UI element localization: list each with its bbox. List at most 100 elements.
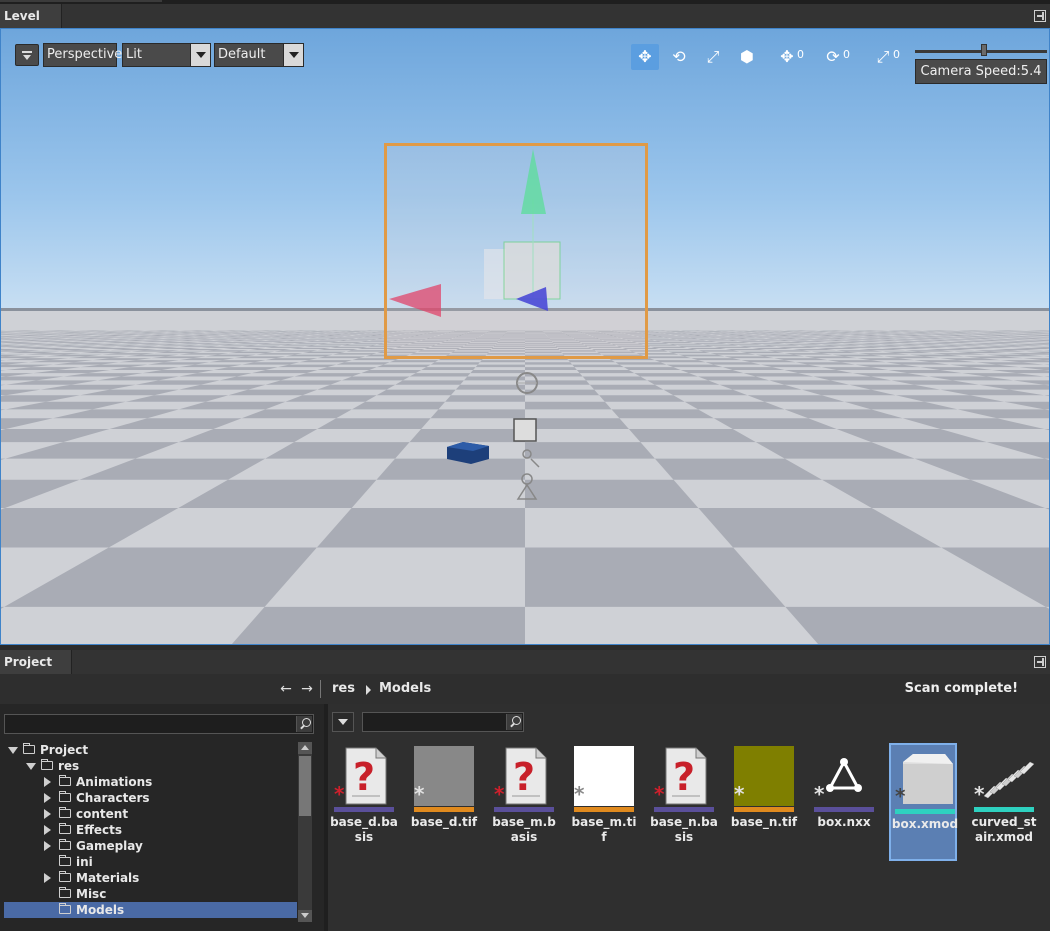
tree-item-label: Models <box>76 903 125 917</box>
chevron-down-icon[interactable] <box>283 44 303 66</box>
scale-snap-icon[interactable]: ⤢ 0 <box>869 44 900 70</box>
preset-dropdown[interactable]: Default <box>214 43 304 67</box>
collapsed-caret-icon[interactable] <box>44 841 51 851</box>
search-icon[interactable] <box>506 714 522 730</box>
asterisk-icon: * <box>494 782 505 806</box>
asset-tile[interactable]: ? * base_d.basis <box>330 743 398 861</box>
asset-name: base_m.basis <box>492 815 556 844</box>
project-panel-header: Project <box>0 650 1050 674</box>
shading-value: Lit <box>126 47 142 62</box>
collapsed-caret-icon[interactable] <box>44 809 51 819</box>
asset-type-bar <box>974 807 1034 812</box>
spawn-icon <box>521 473 533 485</box>
blue-box-object[interactable] <box>445 439 491 467</box>
tree-scrollbar[interactable] <box>298 742 312 922</box>
forward-arrow-icon[interactable]: → <box>297 674 317 704</box>
asset-tile[interactable]: ? * base_m.basis <box>490 743 558 861</box>
light-icon <box>522 449 532 459</box>
translate-snap-icon[interactable]: ✥ 0 <box>773 44 804 70</box>
stair-model-icon: * <box>974 746 1035 806</box>
collapsed-caret-icon[interactable] <box>44 793 51 803</box>
camera-speed-label: Camera Speed:5.4 <box>915 59 1047 84</box>
project-tab[interactable]: Project <box>0 650 72 674</box>
asset-tile[interactable]: * base_m.tif <box>570 743 638 861</box>
local-space-icon[interactable]: ⬢ <box>733 44 761 70</box>
scroll-up-icon[interactable] <box>298 742 312 754</box>
tree-item-characters[interactable]: Characters <box>4 790 297 806</box>
collapsed-caret-icon[interactable] <box>44 777 51 787</box>
breadcrumb-res[interactable]: res <box>332 674 355 704</box>
breadcrumb-models[interactable]: Models <box>379 674 431 704</box>
tree-item-label: content <box>76 807 129 821</box>
tree-item-misc[interactable]: Misc <box>4 886 297 902</box>
pin-icon[interactable] <box>1034 10 1046 22</box>
collapsed-caret-icon[interactable] <box>44 825 51 835</box>
asterisk-icon: * <box>895 784 906 808</box>
scale-tool-icon[interactable]: ⤢ <box>699 44 727 70</box>
search-icon[interactable] <box>296 716 312 732</box>
tree-item-label: Project <box>40 743 89 757</box>
asset-tile[interactable]: * base_d.tif <box>410 743 478 861</box>
filter-dropdown-button[interactable] <box>332 712 354 732</box>
folder-icon <box>23 743 35 754</box>
level-panel-header: Level <box>0 4 1050 28</box>
folder-icon <box>59 903 71 914</box>
folder-tree: Project res Animations Characters content Eff… <box>4 742 297 918</box>
project-navbar: ← → res Models Scan complete! <box>0 674 1050 704</box>
tree-item-label: Misc <box>76 887 107 901</box>
asterisk-icon: * <box>654 782 665 806</box>
asset-tile[interactable]: * box.nxx <box>810 743 878 861</box>
folder-icon <box>59 775 71 786</box>
texture-thumbnail: * <box>734 746 794 806</box>
tree-item-models[interactable]: Models <box>4 902 297 918</box>
viewport-menu-button[interactable] <box>15 44 39 66</box>
tree-search-input[interactable] <box>4 714 314 734</box>
camera-speed-handle[interactable] <box>980 44 987 56</box>
level-tab[interactable]: Level <box>0 4 62 28</box>
rotate-tool-icon[interactable]: ⟲ <box>665 44 693 70</box>
asset-type-bar <box>574 807 634 812</box>
preset-value: Default <box>218 47 266 62</box>
tree-item-label: Gameplay <box>76 839 143 853</box>
transform-gizmo[interactable] <box>381 139 661 369</box>
expanded-caret-icon[interactable] <box>26 763 36 770</box>
svg-text:?: ? <box>513 755 535 799</box>
tree-item-label: Characters <box>76 791 150 805</box>
tree-item-animations[interactable]: Animations <box>4 774 297 790</box>
rotate-snap-icon[interactable]: ⟳ 0 <box>819 44 850 70</box>
tree-item-content[interactable]: content <box>4 806 297 822</box>
asterisk-icon: * <box>974 782 985 806</box>
tree-item-project[interactable]: Project <box>4 742 297 758</box>
pin-icon[interactable] <box>1034 656 1046 668</box>
expanded-caret-icon[interactable] <box>8 747 18 754</box>
chevron-down-icon[interactable] <box>190 44 210 66</box>
folder-tree-pane: Project res Animations Characters content Eff… <box>0 704 324 931</box>
scroll-down-icon[interactable] <box>298 910 312 922</box>
scan-status: Scan complete! <box>904 681 1018 696</box>
tree-item-ini[interactable]: ini <box>4 854 297 870</box>
rotate-snap-value: 0 <box>843 48 850 61</box>
asset-name: base_n.basis <box>650 815 718 844</box>
asset-tile[interactable]: * base_n.tif <box>730 743 798 861</box>
perspective-button[interactable]: Perspective <box>43 43 122 67</box>
asterisk-icon: * <box>814 782 825 806</box>
move-tool-icon[interactable]: ✥ <box>631 44 659 70</box>
asset-tile[interactable]: * curved_stair.xmod <box>970 743 1038 861</box>
tree-item-label: ini <box>76 855 93 869</box>
shading-dropdown[interactable]: Lit <box>122 43 211 67</box>
tree-item-res[interactable]: res <box>4 758 297 774</box>
project-panel: Project ← → res Models Scan complete! Pr… <box>0 650 1050 931</box>
asset-search-input[interactable] <box>362 712 524 732</box>
asset-tile[interactable]: * box.xmod <box>889 743 958 861</box>
back-arrow-icon[interactable]: ← <box>276 674 296 704</box>
tree-item-materials[interactable]: Materials <box>4 870 297 886</box>
scroll-thumb[interactable] <box>299 756 311 816</box>
collapsed-caret-icon[interactable] <box>44 873 51 883</box>
tree-item-label: Effects <box>76 823 123 837</box>
tree-item-gameplay[interactable]: Gameplay <box>4 838 297 854</box>
tree-item-effects[interactable]: Effects <box>4 822 297 838</box>
scene-helper-icons <box>513 372 540 500</box>
asset-type-bar <box>895 809 955 814</box>
asset-tile[interactable]: ? * base_n.basis <box>650 743 718 861</box>
level-viewport[interactable]: Perspective Lit Default ✥ ⟲ ⤢ ⬢ ✥ 0 ⟳ 0 ⤢ 0… <box>0 28 1050 645</box>
